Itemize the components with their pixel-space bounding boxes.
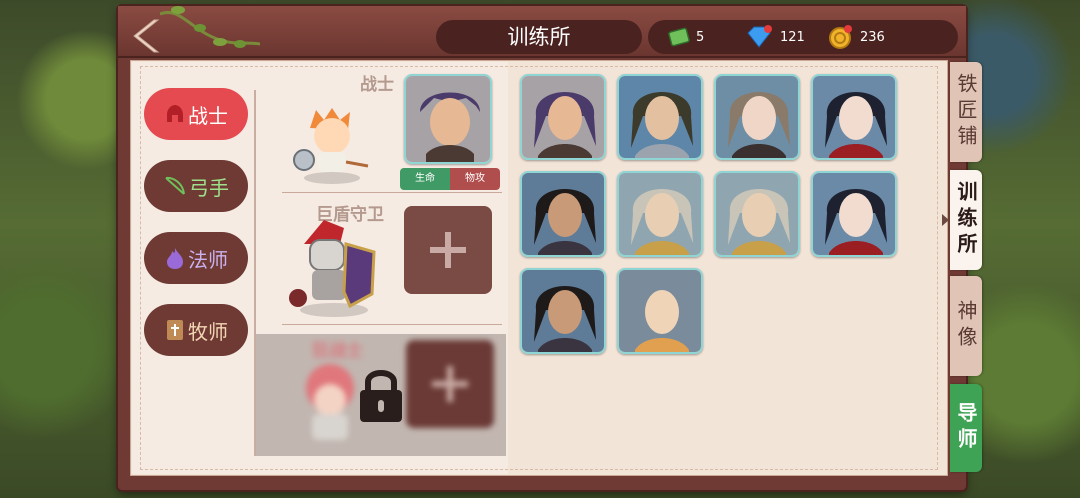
gold-count: 236 [860,29,885,45]
resource-diamond[interactable]: 121 [744,24,805,50]
slot-divider [282,192,502,193]
plus-icon [430,232,466,268]
slot-title-warrior: 战士 [360,75,394,95]
bow-icon [165,176,185,195]
class-tab-label: 弓手 [189,175,229,200]
shield-guard-chibi-icon [289,220,376,317]
side-tab-statue[interactable]: 神像 [950,276,982,376]
lock-icon [360,370,402,422]
class-tab-archer[interactable]: 弓手 [144,160,248,212]
back-arrow-icon [133,19,160,53]
back-button[interactable] [130,16,164,56]
add-hero-button[interactable] [404,206,492,294]
active-tab-arrow-icon [942,214,949,226]
book-icon [167,320,183,340]
hero-portrait-purple-hair-warrior[interactable] [520,74,606,160]
hero-portrait-silver-hair-man-2[interactable] [714,171,800,257]
hero-portrait-bald-monk[interactable] [617,268,703,354]
hero-portrait-dark-ponytail-man-2[interactable] [520,268,606,354]
diamond-icon [747,25,772,48]
hero-portrait-dark-hair-swordswoman[interactable] [811,74,897,160]
hero-portrait-veiled-lady[interactable] [714,74,800,160]
class-tab-priest[interactable]: 牧师 [144,304,248,356]
page-title: 训练所 [436,20,642,54]
flame-icon [167,248,183,269]
warrior-chibi-icon [293,108,369,184]
scroll-count: 5 [696,29,705,45]
slot-divider [282,324,502,325]
diamond-count: 121 [780,29,805,45]
stat-tag-attack: 物攻 [450,168,500,190]
add-hero-locked [406,340,494,428]
side-tab-label: 神像 [954,300,978,352]
class-tab-mage[interactable]: 法师 [144,232,248,284]
hero-portrait-dark-hair-swordswoman-2[interactable] [811,171,897,257]
resource-gold[interactable]: 236 [828,24,885,50]
side-tab-mentor[interactable]: 导师 [950,384,982,472]
resource-scroll[interactable]: 5 [668,24,704,50]
class-tab-label: 牧师 [188,319,228,344]
side-tab-training[interactable]: 训练所 [950,170,982,270]
hero-portrait-armored-knight[interactable] [617,74,703,160]
gold-coin-icon [829,25,852,49]
hero-portrait-dark-ponytail-man[interactable] [520,171,606,257]
hero-portrait-silver-hair-man[interactable] [617,171,703,257]
vine-decoration-icon [160,6,260,48]
class-tab-warrior[interactable]: 战士 [144,88,248,140]
side-tab-label: 铁匠铺 [954,73,978,151]
locked-slot: 狂战士 [256,334,506,456]
plus-icon [432,366,468,402]
side-tab-label: 训练所 [954,181,978,259]
helmet-icon [167,105,183,122]
hero-portrait-warrior[interactable] [404,74,492,164]
side-tab-blacksmith[interactable]: 铁匠铺 [950,62,982,162]
class-tab-label: 法师 [188,247,228,272]
class-tab-label: 战士 [188,103,228,128]
scroll-icon [668,27,690,47]
stat-tag-hp: 生命 [400,168,450,190]
side-tab-label: 导师 [954,402,978,454]
